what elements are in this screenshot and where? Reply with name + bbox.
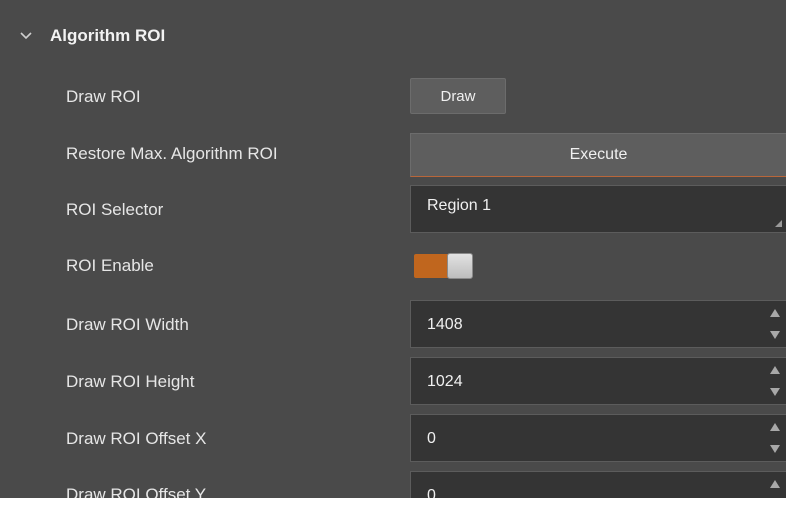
row-roi-offset-x: Draw ROI Offset X 0 [0,414,786,464]
roi-height-spinbox[interactable]: 1024 [410,357,786,405]
roi-offset-x-spinbox[interactable]: 0 [410,414,786,462]
dropdown-corner-icon[interactable] [775,220,782,227]
roi-width-value: 1408 [427,316,463,333]
roi-selector-label: ROI Selector [66,200,164,219]
row-restore-max-roi: Restore Max. Algorithm ROI Execute [0,129,786,179]
row-roi-offset-y: Draw ROI Offset Y 0 [0,471,786,498]
roi-offset-y-label: Draw ROI Offset Y [66,485,207,498]
restore-max-roi-label: Restore Max. Algorithm ROI [66,144,278,163]
execute-button[interactable]: Execute [410,133,786,177]
roi-enable-toggle[interactable] [414,253,474,279]
row-draw-roi: Draw ROI Draw [0,72,786,122]
section-header[interactable]: Algorithm ROI [0,16,786,56]
decrement-arrow-icon[interactable] [770,445,780,453]
row-roi-enable: ROI Enable [0,241,786,291]
algorithm-roi-panel: Algorithm ROI Draw ROI Draw Restore Max.… [0,0,786,498]
roi-offset-x-label: Draw ROI Offset X [66,429,207,448]
draw-button[interactable]: Draw [410,78,506,114]
row-roi-width: Draw ROI Width 1408 [0,300,786,350]
increment-arrow-icon[interactable] [770,366,780,374]
chevron-down-icon[interactable] [19,29,33,43]
increment-arrow-icon[interactable] [770,309,780,317]
increment-arrow-icon[interactable] [770,480,780,488]
row-roi-height: Draw ROI Height 1024 [0,357,786,407]
roi-selector-dropdown[interactable]: Region 1 [410,185,786,233]
decrement-arrow-icon[interactable] [770,331,780,339]
roi-offset-y-value: 0 [427,487,436,498]
draw-roi-label: Draw ROI [66,87,141,106]
increment-arrow-icon[interactable] [770,423,780,431]
roi-height-label: Draw ROI Height [66,372,195,391]
roi-offset-x-value: 0 [427,430,436,447]
roi-width-label: Draw ROI Width [66,315,189,334]
decrement-arrow-icon[interactable] [770,388,780,396]
row-roi-selector: ROI Selector Region 1 [0,185,786,235]
section-title: Algorithm ROI [50,26,166,45]
roi-height-value: 1024 [427,373,463,390]
roi-offset-y-spinbox[interactable]: 0 [410,471,786,498]
roi-enable-label: ROI Enable [66,256,154,275]
roi-width-spinbox[interactable]: 1408 [410,300,786,348]
toggle-knob[interactable] [447,253,473,279]
roi-selector-value: Region 1 [427,197,492,214]
